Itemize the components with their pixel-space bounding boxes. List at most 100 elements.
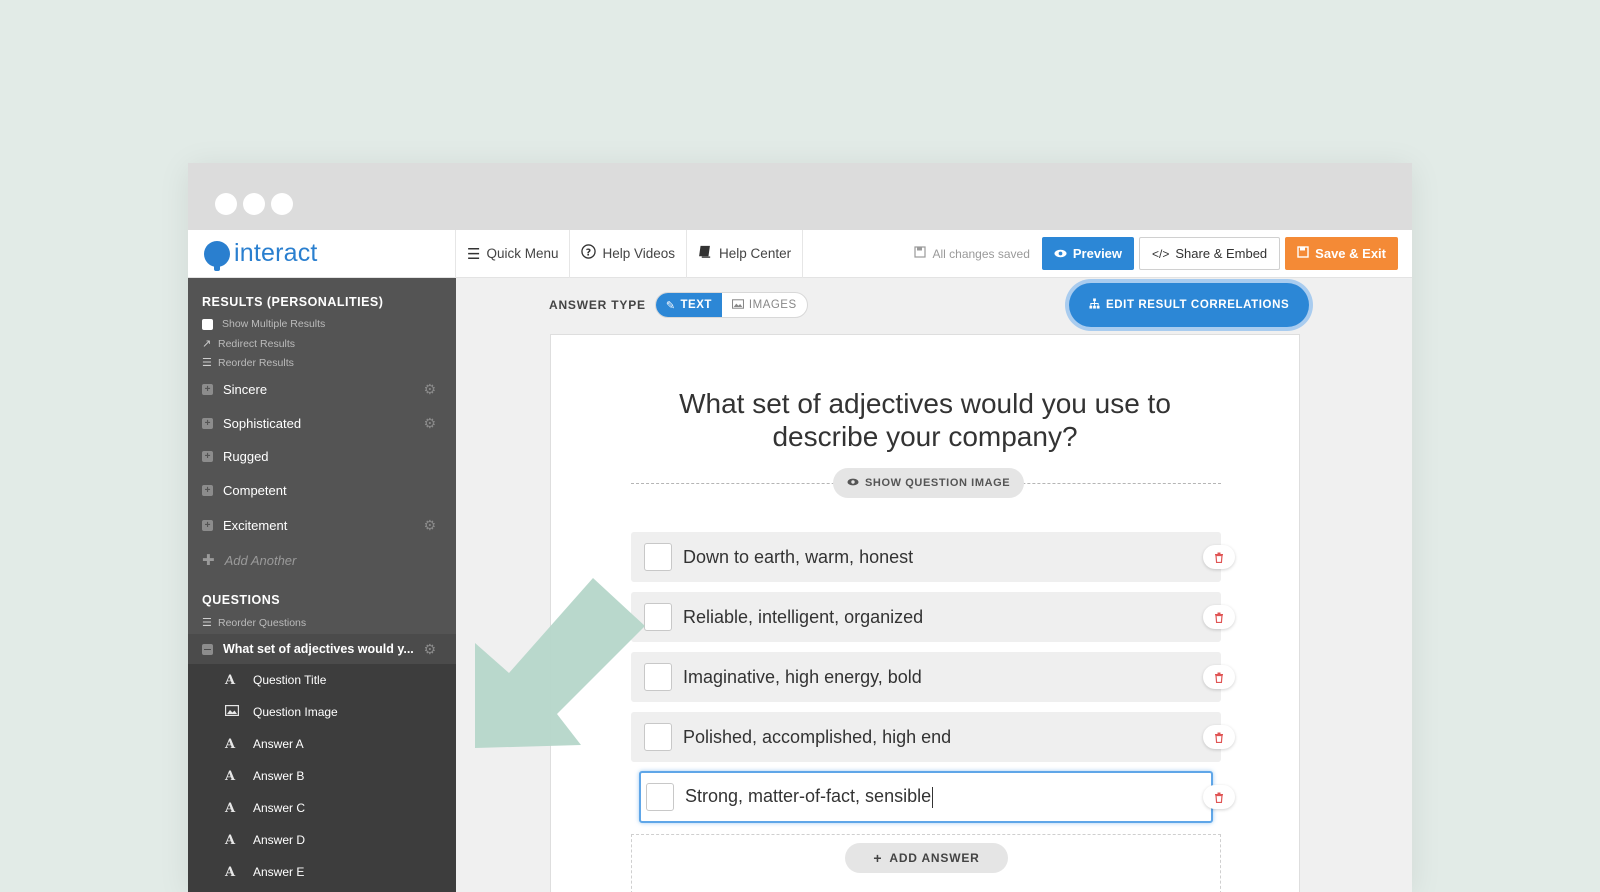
share-label: Share & Embed <box>1175 246 1268 261</box>
option-label: Redirect Results <box>218 337 296 350</box>
delete-answer-button[interactable] <box>1203 665 1235 689</box>
reorder-icon: ☰ <box>202 357 212 369</box>
delete-answer-button[interactable] <box>1203 785 1235 809</box>
answer-text-input[interactable]: Strong, matter-of-fact, sensible <box>685 786 934 808</box>
sub-item-answer-e[interactable]: A Answer E <box>188 856 456 888</box>
sub-item-answer-a[interactable]: A Answer A <box>188 728 456 760</box>
answer-row-editing[interactable]: Strong, matter-of-fact, sensible <box>639 771 1213 823</box>
help-videos-label: Help Videos <box>602 246 676 261</box>
edit-result-correlations-button[interactable]: EDIT RESULT CORRELATIONS <box>1069 283 1310 327</box>
delete-answer-button[interactable] <box>1203 545 1235 569</box>
result-item-rugged[interactable]: + Rugged <box>202 449 436 464</box>
save-exit-button[interactable]: Save & Exit <box>1285 237 1398 270</box>
answer-row[interactable]: Imaginative, high energy, bold <box>631 652 1221 702</box>
text-icon: A <box>225 864 236 880</box>
answer-row[interactable]: Down to earth, warm, honest <box>631 532 1221 582</box>
expand-icon: + <box>202 485 213 496</box>
delete-answer-button[interactable] <box>1203 605 1235 629</box>
answer-type-toggle: ✎ TEXT IMAGES <box>654 292 808 318</box>
active-question-item[interactable]: What set of adjectives would y... ⚙ <box>188 634 456 664</box>
sub-item-answer-c[interactable]: A Answer C <box>188 792 456 824</box>
window-dot[interactable] <box>215 193 237 215</box>
reorder-results-option[interactable]: ☰ Reorder Results <box>202 356 294 370</box>
add-answer-button[interactable]: + ADD ANSWER <box>845 843 1008 873</box>
question-sub-list: A Question Title Question Image A Answer… <box>188 664 456 892</box>
gear-icon[interactable]: ⚙ <box>423 641 436 658</box>
trash-icon <box>1215 552 1223 563</box>
answer-checkbox[interactable] <box>644 603 672 631</box>
preview-button[interactable]: Preview <box>1041 237 1135 270</box>
text-icon: A <box>225 672 236 688</box>
type-text-label: TEXT <box>680 299 712 311</box>
answer-checkbox[interactable] <box>646 783 674 811</box>
expand-icon: + <box>202 451 213 462</box>
answer-type-label: ANSWER TYPE <box>549 298 646 312</box>
answer-type-images-option[interactable]: IMAGES <box>722 293 807 317</box>
result-item-excitement[interactable]: + Excitement ⚙ <box>202 517 436 534</box>
answer-row[interactable]: Reliable, intelligent, organized <box>631 592 1221 642</box>
brand-logo[interactable]: interact <box>188 229 456 278</box>
sub-item-answer-b[interactable]: A Answer B <box>188 760 456 792</box>
trash-icon <box>1215 672 1223 683</box>
answer-checkbox[interactable] <box>644 723 672 751</box>
answer-text[interactable]: Reliable, intelligent, organized <box>683 607 923 628</box>
answer-type-selector: ANSWER TYPE ✎ TEXT IMAGES <box>549 292 808 318</box>
floppy-icon <box>914 246 927 261</box>
answer-text[interactable]: Polished, accomplished, high end <box>683 727 951 748</box>
image-icon <box>731 298 744 312</box>
result-label: Competent <box>223 483 287 498</box>
add-another-label: Add Another <box>224 552 297 568</box>
text-icon: A <box>225 768 236 784</box>
sub-item-answer-d[interactable]: A Answer D <box>188 824 456 856</box>
show-question-image-button[interactable]: SHOW QUESTION IMAGE <box>833 468 1025 498</box>
option-label: Reorder Results <box>218 356 294 369</box>
window-titlebar <box>188 163 1412 230</box>
sub-item-question-title[interactable]: A Question Title <box>188 664 456 696</box>
answer-row[interactable]: Polished, accomplished, high end <box>631 712 1221 762</box>
question-card: What set of adjectives would you use to … <box>550 334 1300 892</box>
text-caret <box>932 786 934 808</box>
sidebar: RESULTS (PERSONALITIES) Show Multiple Re… <box>188 278 456 892</box>
active-question-label: What set of adjectives would y... <box>223 642 414 656</box>
svg-text:?: ? <box>586 247 591 258</box>
questions-heading: QUESTIONS <box>202 593 281 607</box>
code-icon: </> <box>1152 246 1170 261</box>
question-title[interactable]: What set of adjectives would you use to … <box>551 387 1299 453</box>
gear-icon[interactable]: ⚙ <box>423 517 436 534</box>
expand-icon: + <box>202 520 213 531</box>
result-item-competent[interactable]: + Competent <box>202 483 436 498</box>
window-dot[interactable] <box>271 193 293 215</box>
question-circle-icon: ? <box>581 244 597 263</box>
answer-checkbox[interactable] <box>644 543 672 571</box>
answer-text[interactable]: Down to earth, warm, honest <box>683 547 913 568</box>
sub-item-label: Answer A <box>253 737 304 751</box>
quick-menu-button[interactable]: ☰ Quick Menu <box>456 229 571 278</box>
results-heading: RESULTS (PERSONALITIES) <box>202 295 384 309</box>
brand-name: interact <box>234 239 318 267</box>
checkbox[interactable] <box>202 318 213 330</box>
gear-icon[interactable]: ⚙ <box>423 381 436 398</box>
add-another-result[interactable]: ✚ Add Another <box>202 551 296 569</box>
window-dot[interactable] <box>243 193 265 215</box>
help-videos-button[interactable]: ? Help Videos <box>570 229 688 278</box>
app-window: interact ☰ Quick Menu ? Help Videos Help… <box>188 163 1412 892</box>
plus-icon: + <box>873 850 883 866</box>
gear-icon[interactable]: ⚙ <box>423 415 436 432</box>
book-icon <box>698 244 713 263</box>
result-item-sophisticated[interactable]: + Sophisticated ⚙ <box>202 415 436 432</box>
sub-item-question-image[interactable]: Question Image <box>188 696 456 728</box>
show-multiple-results-option[interactable]: Show Multiple Results <box>202 318 325 330</box>
redirect-results-option[interactable]: ↗ Redirect Results <box>202 337 296 351</box>
reorder-questions-option[interactable]: ☰ Reorder Questions <box>202 616 307 630</box>
share-embed-button[interactable]: </> Share & Embed <box>1139 237 1281 270</box>
answer-type-text-option[interactable]: ✎ TEXT <box>655 293 722 317</box>
trash-icon <box>1215 792 1223 803</box>
result-item-sincere[interactable]: + Sincere ⚙ <box>202 381 436 398</box>
delete-answer-button[interactable] <box>1203 725 1235 749</box>
help-center-button[interactable]: Help Center <box>687 229 804 278</box>
sub-item-label: Answer B <box>253 769 305 783</box>
answer-checkbox[interactable] <box>644 663 672 691</box>
option-label: Reorder Questions <box>218 616 307 629</box>
answer-text[interactable]: Imaginative, high energy, bold <box>683 667 922 688</box>
add-answer-label: ADD ANSWER <box>889 851 980 865</box>
